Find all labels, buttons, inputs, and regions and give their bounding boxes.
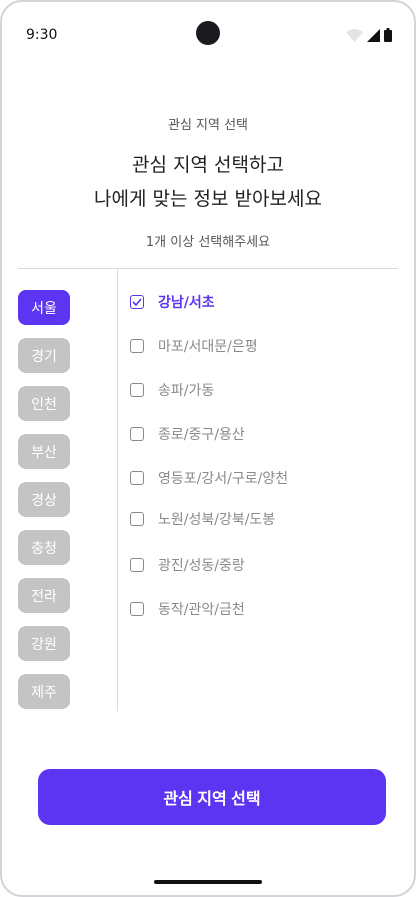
vertical-divider bbox=[117, 269, 118, 711]
district-item[interactable]: 동작/관악/금천 bbox=[130, 599, 245, 619]
wifi-icon bbox=[346, 28, 363, 42]
home-indicator[interactable] bbox=[154, 880, 262, 884]
region-chip[interactable]: 경상 bbox=[18, 482, 70, 517]
district-item[interactable]: 송파/가동 bbox=[130, 380, 214, 400]
region-chip[interactable]: 강원 bbox=[18, 626, 70, 661]
district-item[interactable]: 마포/서대문/은평 bbox=[130, 336, 258, 356]
region-chip[interactable]: 부산 bbox=[18, 434, 70, 469]
battery-icon bbox=[384, 28, 392, 42]
region-chip[interactable]: 경기 bbox=[18, 338, 70, 373]
status-time: 9:30 bbox=[26, 27, 58, 43]
checkbox[interactable] bbox=[130, 471, 144, 485]
district-label: 강남/서초 bbox=[158, 295, 215, 311]
page-title-line-1: 관심 지역 선택하고 bbox=[132, 154, 284, 176]
district-item[interactable]: 노원/성북/강북/도봉 bbox=[130, 509, 275, 529]
checkbox[interactable] bbox=[130, 427, 144, 441]
selection-hint: 1개 이상 선택해주세요 bbox=[145, 235, 271, 250]
camera-cutout bbox=[196, 21, 220, 45]
status-bar: 9:30 bbox=[2, 2, 414, 66]
region-chip[interactable]: 전라 bbox=[18, 578, 70, 613]
select-region-button[interactable]: 관심 지역 선택 bbox=[38, 769, 386, 825]
checkbox[interactable] bbox=[130, 339, 144, 353]
district-label: 노원/성북/강북/도봉 bbox=[158, 512, 276, 528]
district-item[interactable]: 영등포/강서/구로/양천 bbox=[130, 468, 288, 488]
check-icon bbox=[132, 298, 142, 306]
region-chip[interactable]: 인천 bbox=[18, 386, 70, 421]
region-list: 서울 경기 인천 부산 경상 충청 전라 강원 제주 bbox=[18, 290, 70, 722]
page-title: 관심 지역 선택하고 나에게 맞는 정보 받아보세요 bbox=[2, 148, 414, 216]
status-icons bbox=[346, 28, 392, 42]
region-chip[interactable]: 서울 bbox=[18, 290, 70, 325]
district-label: 영등포/강서/구로/양천 bbox=[158, 471, 289, 487]
district-item[interactable]: 종로/중구/용산 bbox=[130, 424, 245, 444]
checkbox[interactable] bbox=[130, 383, 144, 397]
district-label: 종로/중구/용산 bbox=[158, 427, 245, 443]
phone-screen: 9:30 관심 지역 선택 관심 지역 선택하고 나에게 맞는 정보 받아보세요… bbox=[0, 0, 416, 897]
checkbox[interactable] bbox=[130, 602, 144, 616]
district-label: 광진/성동/중랑 bbox=[158, 558, 245, 574]
checkbox[interactable] bbox=[130, 512, 144, 526]
page-subtitle: 관심 지역 선택 bbox=[167, 118, 249, 133]
horizontal-divider bbox=[18, 268, 398, 269]
district-item[interactable]: 광진/성동/중랑 bbox=[130, 555, 245, 575]
page-title-line-2: 나에게 맞는 정보 받아보세요 bbox=[94, 188, 322, 210]
checkbox[interactable] bbox=[130, 558, 144, 572]
district-label: 동작/관악/금천 bbox=[158, 602, 245, 618]
district-item[interactable]: 강남/서초 bbox=[130, 292, 215, 312]
district-label: 마포/서대문/은평 bbox=[158, 339, 258, 355]
district-label: 송파/가동 bbox=[158, 383, 215, 399]
region-chip[interactable]: 충청 bbox=[18, 530, 70, 565]
cellular-signal-icon bbox=[367, 28, 380, 42]
checkbox-checked[interactable] bbox=[130, 295, 144, 309]
region-chip[interactable]: 제주 bbox=[18, 674, 70, 709]
